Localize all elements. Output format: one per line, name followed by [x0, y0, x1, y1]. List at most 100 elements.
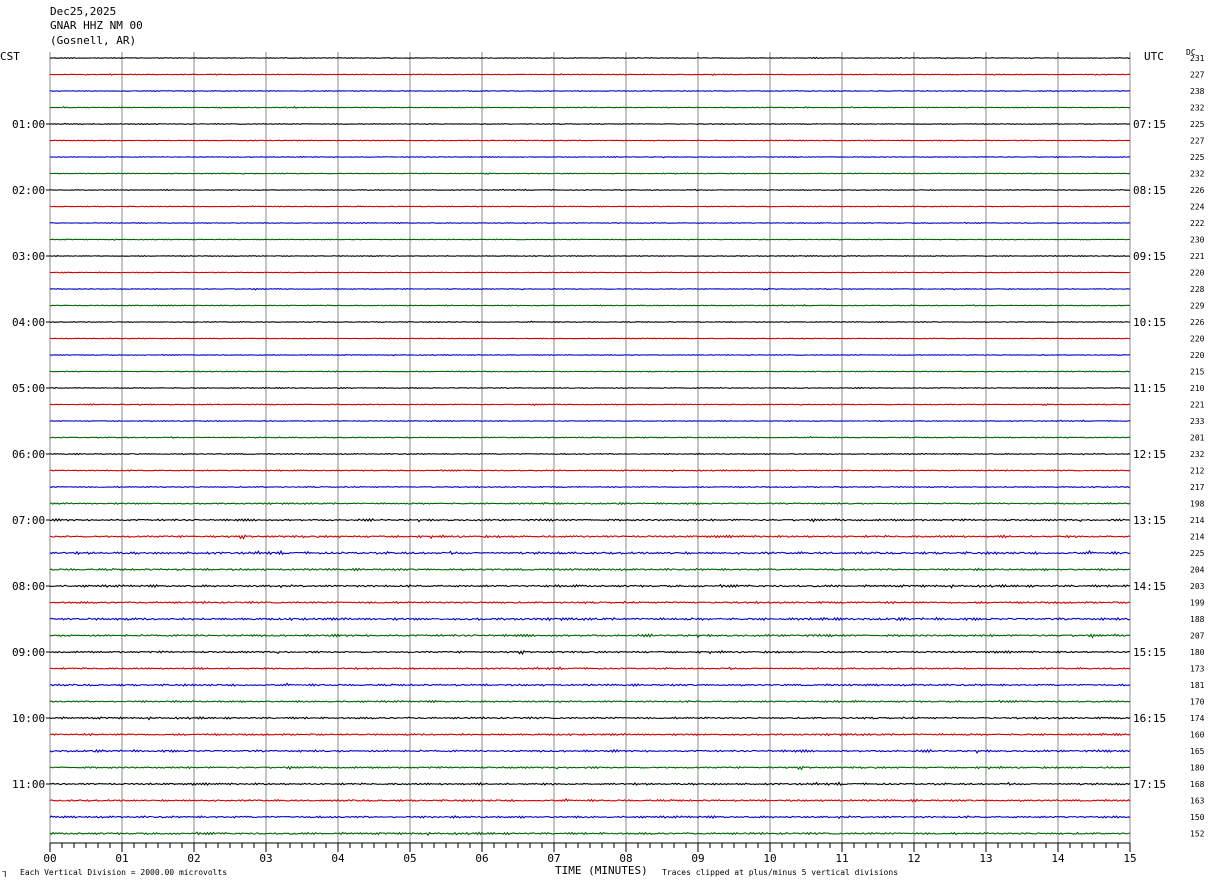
- trace-line-10: [49, 205, 1131, 208]
- x-axis: 00 01 02 03 04 05 06 07 08 09 10 11 12 13 14 15: [43, 842, 1137, 865]
- trace-line-46: [49, 797, 1131, 803]
- x-tick-label-14: 14: [1051, 852, 1065, 865]
- cst-hour-label-3: 03:00: [12, 250, 45, 263]
- dc-offset-6: 227: [1190, 137, 1205, 146]
- utc-hour-label-6: 12:15: [1133, 448, 1166, 461]
- dc-offset-23: 233: [1190, 417, 1205, 426]
- trace-line-43: [49, 748, 1131, 754]
- dc-offset-16: 229: [1190, 302, 1205, 311]
- utc-hour-label-8: 14:15: [1133, 580, 1166, 593]
- trace-line-37: [50, 650, 1131, 656]
- x-tick-label-03: 03: [259, 852, 272, 865]
- dc-offset-22: 221: [1190, 401, 1205, 410]
- trace-line-34: [49, 600, 1131, 605]
- trace-line-1: [49, 56, 1131, 60]
- dc-offset-11: 222: [1190, 219, 1205, 228]
- dc-offset-31: 225: [1190, 549, 1205, 558]
- dc-offset-42: 160: [1190, 731, 1205, 740]
- dc-offset-18: 220: [1190, 335, 1205, 344]
- x-axis-title: TIME (MINUTES): [555, 864, 648, 877]
- dc-offset-19: 220: [1190, 351, 1205, 360]
- trace-line-19: [49, 353, 1131, 357]
- dc-offset-8: 232: [1190, 170, 1205, 179]
- x-tick-label-05: 05: [403, 852, 416, 865]
- cst-hour-label-1: 01:00: [12, 118, 45, 131]
- utc-hour-label-3: 09:15: [1133, 250, 1166, 263]
- cst-hour-label-2: 02:00: [12, 184, 45, 197]
- hour-labels: 2312272382322252272252322262242222302212…: [12, 54, 1205, 839]
- x-tick-label-11: 11: [835, 852, 848, 865]
- dc-offset-38: 173: [1190, 665, 1205, 674]
- dc-offset-37: 180: [1190, 648, 1205, 657]
- trace-line-45: [49, 781, 1131, 786]
- trace-line-31: [49, 549, 1131, 556]
- station-code: GNAR HHZ NM 00: [50, 19, 143, 32]
- utc-hour-label-11: 17:15: [1133, 778, 1166, 791]
- trace-line-44: [49, 765, 1131, 771]
- trace-line-15: [49, 287, 1131, 291]
- dc-offset-9: 226: [1190, 186, 1205, 195]
- dc-offset-41: 174: [1190, 714, 1205, 723]
- utc-hour-label-5: 11:15: [1133, 382, 1166, 395]
- trace-line-13: [49, 254, 1131, 258]
- utc-timezone-label: UTC: [1144, 50, 1164, 63]
- trace-line-6: [49, 139, 1131, 142]
- trace-line-25: [49, 452, 1131, 456]
- dc-offset-24: 201: [1190, 434, 1205, 443]
- cst-hour-label-4: 04:00: [12, 316, 45, 329]
- dc-offset-35: 188: [1190, 615, 1205, 624]
- trace-line-21: [49, 386, 1131, 390]
- trace-line-23: [49, 419, 1131, 423]
- trace-line-33: [49, 583, 1131, 589]
- dc-offset-30: 214: [1190, 533, 1205, 542]
- dc-offset-29: 214: [1190, 516, 1205, 525]
- dc-offset-27: 217: [1190, 483, 1205, 492]
- minute-gridlines: [49, 52, 1131, 843]
- trace-line-12: [49, 238, 1131, 241]
- dc-offset-17: 226: [1190, 318, 1205, 327]
- x-tick-label-06: 06: [475, 852, 488, 865]
- utc-hour-label-1: 07:15: [1133, 118, 1166, 131]
- utc-hour-label-10: 16:15: [1133, 712, 1166, 725]
- dc-offset-21: 210: [1190, 384, 1205, 393]
- trace-line-9: [49, 188, 1131, 192]
- dc-column-label: DC: [1186, 48, 1196, 57]
- x-tick-label-02: 02: [187, 852, 200, 865]
- trace-line-41: [49, 716, 1131, 721]
- trace-line-38: [49, 666, 1131, 671]
- x-tick-label-10: 10: [763, 852, 776, 865]
- trace-line-32: [49, 567, 1131, 572]
- trace-line-4: [49, 105, 1131, 109]
- trace-line-42: [49, 732, 1131, 737]
- dc-offset-3: 238: [1190, 87, 1205, 96]
- trace-line-16: [49, 303, 1131, 307]
- trace-line-30: [49, 534, 1131, 540]
- cst-hour-label-8: 08:00: [12, 580, 45, 593]
- dc-offset-32: 204: [1190, 566, 1205, 575]
- cst-hour-label-9: 09:00: [12, 646, 45, 659]
- trace-line-39: [49, 682, 1131, 687]
- dc-offset-7: 225: [1190, 153, 1205, 162]
- dc-offset-46: 163: [1190, 797, 1205, 806]
- cst-hour-label-6: 06:00: [12, 448, 45, 461]
- dc-offset-28: 198: [1190, 500, 1205, 509]
- trace-line-8: [49, 172, 1131, 176]
- trace-line-3: [49, 89, 1131, 93]
- scale-note: Each Vertical Division = 2000.00 microvo…: [20, 868, 228, 877]
- cst-hour-label-5: 05:00: [12, 382, 45, 395]
- dc-offset-40: 170: [1190, 698, 1205, 707]
- dc-offset-44: 180: [1190, 764, 1205, 773]
- dc-offset-12: 230: [1190, 236, 1205, 245]
- local-timezone-label: CST: [0, 50, 20, 63]
- x-tick-label-04: 04: [331, 852, 345, 865]
- clip-note: Traces clipped at plus/minus 5 vertical …: [662, 868, 899, 877]
- trace-line-28: [49, 501, 1131, 506]
- dc-offset-26: 212: [1190, 467, 1205, 476]
- trace-line-36: [49, 633, 1131, 639]
- dc-offset-14: 220: [1190, 269, 1205, 278]
- dc-offset-4: 232: [1190, 104, 1205, 113]
- utc-hour-label-4: 10:15: [1133, 316, 1166, 329]
- trace-line-35: [49, 616, 1131, 622]
- dc-offset-25: 232: [1190, 450, 1205, 459]
- dc-offset-2: 227: [1190, 71, 1205, 80]
